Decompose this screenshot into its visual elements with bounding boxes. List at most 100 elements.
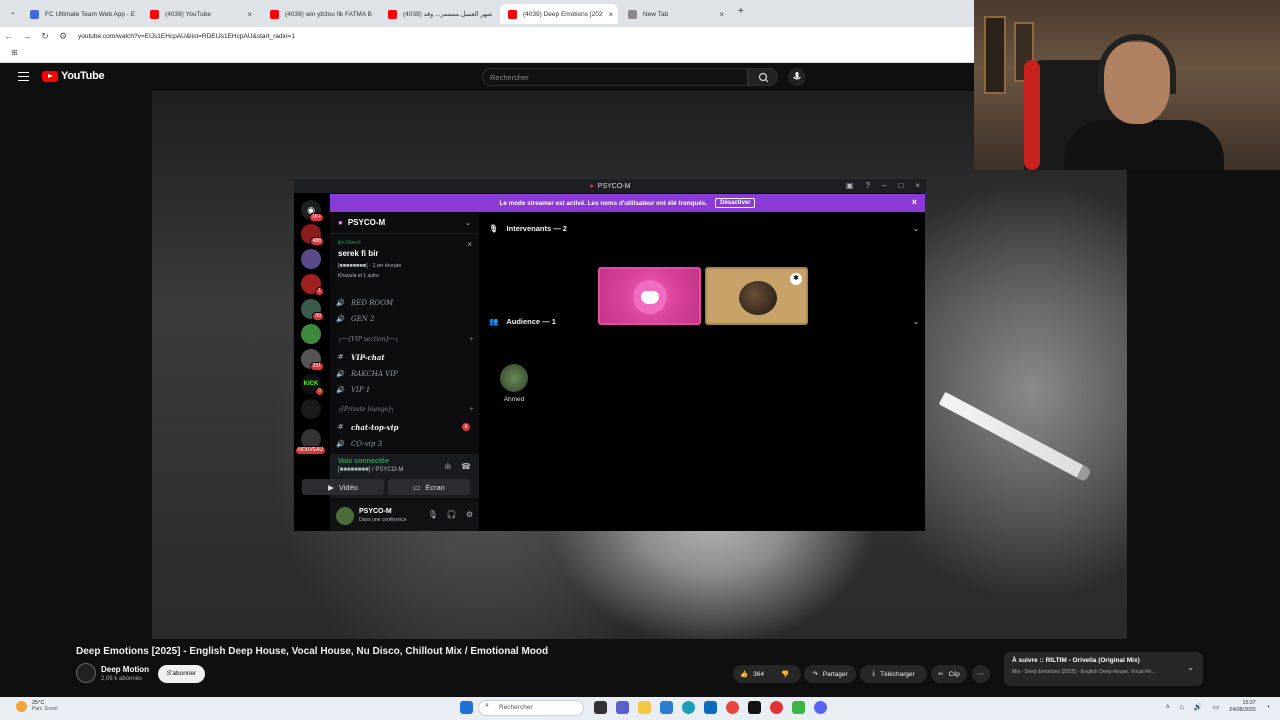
clock[interactable]: 15:37 24/08/2025	[1229, 700, 1256, 714]
video-title: Deep Emotions [2025] - English Deep Hous…	[76, 646, 549, 657]
close-icon[interactable]: ×	[719, 10, 724, 19]
browser-tab[interactable]: FC Ultimate Team Web App - E×	[22, 4, 140, 24]
app-icon[interactable]	[770, 701, 783, 714]
add-channel-icon[interactable]: +	[469, 336, 474, 343]
app-icon[interactable]	[792, 701, 805, 714]
server-icon[interactable]: NOUVEAU	[295, 429, 326, 455]
youtube-logo[interactable]: YouTube	[42, 70, 105, 82]
battery-icon[interactable]: ▭	[1213, 703, 1220, 711]
youtube-search-input[interactable]: Rechercher	[482, 68, 748, 86]
live-event-card[interactable]: En Direct serek fi bir [■■■■■■■■] · 1 en…	[338, 240, 474, 290]
server-badge-icon: ●	[338, 218, 343, 227]
avatar[interactable]	[336, 507, 354, 525]
close-icon[interactable]: ×	[915, 181, 920, 190]
clip-button[interactable]: ✂ Clip	[931, 665, 967, 683]
headphones-icon[interactable]: 🎧	[447, 510, 457, 519]
server-icon[interactable]	[301, 399, 321, 419]
disable-streamer-mode-button[interactable]: Désactiver	[715, 198, 756, 208]
epic-games-icon[interactable]	[748, 701, 761, 714]
teams-icon[interactable]	[616, 701, 629, 714]
voice-channel-red-room[interactable]: 🔊 RED ROOM	[336, 296, 474, 310]
close-icon[interactable]: ×	[247, 10, 252, 19]
store-icon[interactable]	[660, 701, 673, 714]
server-icon[interactable]	[301, 249, 321, 269]
minimize-icon[interactable]: –	[882, 181, 886, 190]
new-tab-plus-icon[interactable]: +	[738, 6, 744, 17]
dislike-icon[interactable]: 👎	[781, 670, 789, 678]
edge-icon[interactable]	[682, 701, 695, 714]
video-button[interactable]: ▶ Vidéo	[302, 479, 384, 495]
server-header[interactable]: ● PSYCO-M ⌄	[330, 212, 479, 234]
inbox-icon[interactable]: ▣	[846, 181, 854, 190]
windows-start-icon[interactable]	[460, 701, 473, 714]
tab-search-icon[interactable]: ⌄	[10, 8, 16, 16]
channel-avatar[interactable]	[76, 663, 96, 683]
chrome-icon[interactable]	[726, 701, 739, 714]
audience-header[interactable]: 👥 Audience — 1 ⌄	[489, 317, 919, 326]
search-button[interactable]	[748, 68, 778, 86]
outlook-icon[interactable]	[704, 701, 717, 714]
apps-grid-icon[interactable]: ⊞	[11, 48, 18, 57]
noise-suppression-icon[interactable]: ılı	[445, 462, 451, 471]
close-icon[interactable]: ×	[467, 240, 472, 249]
share-button[interactable]: ↷ Partager	[804, 665, 856, 683]
voice-channel-vip1[interactable]: 🔊 VIP 1	[336, 383, 474, 397]
channel-name[interactable]: Deep Motion	[101, 665, 149, 674]
like-count[interactable]: 364	[753, 671, 764, 678]
site-info-icon[interactable]: ⚙	[54, 31, 72, 42]
chevron-up-icon[interactable]: ˄	[1166, 704, 1170, 711]
forward-icon[interactable]: →	[18, 31, 36, 41]
maximize-icon[interactable]: □	[898, 181, 903, 190]
weather-widget[interactable]: 25°C Parc. Ensol	[16, 700, 58, 712]
download-button[interactable]: ⤓ Télécharger	[860, 665, 927, 683]
discord-home-icon[interactable]: ◉ 1K+	[301, 200, 324, 222]
text-channel-chat-top-vip[interactable]: # chat-top-vip 1	[336, 420, 474, 434]
up-next-card[interactable]: À suivre :: RILTIM - Orivella (Original …	[1004, 652, 1203, 686]
server-icon[interactable]	[301, 324, 321, 344]
avatar[interactable]	[500, 364, 528, 392]
task-view-icon[interactable]	[594, 701, 607, 714]
server-icon[interactable]: 1	[301, 274, 324, 296]
chevron-down-icon[interactable]: ⌄	[1187, 663, 1194, 672]
reload-icon[interactable]: ↻	[36, 31, 54, 42]
kick-server-icon[interactable]: KICK 3	[301, 374, 324, 396]
voice-channel-rakcha-vip[interactable]: 🔊 RAKCHA VIP	[336, 367, 474, 381]
category-private-lounge[interactable]: ┌[Private lounge]┐ +	[338, 406, 474, 413]
taskbar-search[interactable]: Rechercher	[478, 700, 584, 716]
server-icon[interactable]: 59	[301, 299, 324, 321]
discord-icon[interactable]	[814, 701, 827, 714]
disconnect-icon[interactable]: ☎	[461, 462, 471, 471]
subscribe-button[interactable]: S'abonner	[158, 665, 205, 683]
text-channel-vip-chat[interactable]: # VIP-chat	[336, 350, 474, 364]
close-icon[interactable]: ×	[912, 197, 917, 207]
help-icon[interactable]: ?	[866, 181, 870, 190]
server-icon[interactable]: 488	[301, 224, 324, 246]
browser-tab[interactable]: (4039) شهر العسل مستمر... وقد×	[380, 4, 498, 24]
voice-channel-co-vip3[interactable]: 🔊 CO-vip 3	[336, 437, 474, 451]
mic-icon[interactable]: 🎙	[428, 510, 438, 519]
category-vip-section[interactable]: ┌──[VIP section]──┐ +	[338, 336, 474, 343]
gear-icon[interactable]: ⚙	[466, 510, 473, 519]
close-icon[interactable]: ×	[609, 10, 614, 19]
voice-search-button[interactable]	[788, 68, 806, 86]
add-channel-icon[interactable]: +	[469, 406, 474, 413]
browser-tab[interactable]: New Tab ×	[620, 4, 732, 24]
hamburger-menu-icon[interactable]	[18, 72, 29, 81]
browser-tab[interactable]: (4039) YouTube ×	[142, 4, 260, 24]
screen-share-button[interactable]: ▭ Écran	[388, 479, 470, 495]
more-actions-button[interactable]: ⋯	[972, 665, 990, 683]
url-field[interactable]: youtube.com/watch?v=EIJs1EHcpAU&list=RDE…	[78, 33, 295, 40]
volume-icon[interactable]: 🔊	[1194, 703, 1203, 711]
notification-icon[interactable]: ◔	[1266, 704, 1270, 711]
speakers-header[interactable]: 🎙 Intervenants — 2 ⌄	[489, 224, 919, 233]
like-icon[interactable]: 👍	[740, 670, 748, 678]
server-icon[interactable]: 291	[301, 349, 324, 371]
speaker-icon: 🔊	[336, 370, 345, 378]
browser-tab-active[interactable]: (4039) Deep Emotions [202 ×	[500, 4, 618, 24]
network-icon[interactable]: ⌂	[1180, 704, 1184, 711]
headset-icon	[1098, 34, 1176, 94]
back-icon[interactable]: ←	[0, 31, 18, 41]
voice-channel-gen2[interactable]: 🔊 GEN 2	[336, 312, 474, 326]
browser-tab[interactable]: (4039) win yb3ou fik FATMA B×	[262, 4, 378, 24]
file-explorer-icon[interactable]	[638, 701, 651, 714]
